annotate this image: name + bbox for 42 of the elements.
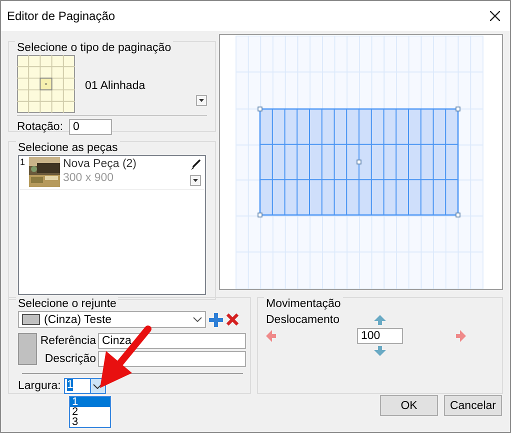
brush-icon[interactable] bbox=[190, 159, 201, 171]
dropdown-button[interactable] bbox=[190, 175, 201, 186]
piece-item[interactable]: 1 Nova Peça (2) 300 x 900 bbox=[20, 157, 204, 190]
color-swatch[interactable] bbox=[18, 333, 38, 365]
dropdown-option[interactable]: 3 bbox=[70, 417, 110, 427]
delete-icon[interactable] bbox=[226, 313, 239, 326]
field-label: Deslocamento bbox=[266, 314, 340, 326]
chevron-icon bbox=[93, 384, 102, 388]
group-title: Movimentação bbox=[266, 298, 341, 310]
group-title: Selecione o tipo de paginação bbox=[17, 42, 172, 54]
dropdown-button[interactable] bbox=[196, 95, 207, 106]
width-dropdown[interactable]: 1 bbox=[64, 378, 106, 394]
selected-tiles-drawing[interactable] bbox=[258, 106, 460, 218]
left-arrow-icon[interactable] bbox=[266, 330, 276, 342]
pagination-type: 01 Alinhada bbox=[85, 80, 146, 92]
dialog-button[interactable]: Cancelar bbox=[444, 395, 502, 416]
right-arrow-icon[interactable] bbox=[456, 330, 466, 342]
plus-icon[interactable] bbox=[209, 312, 223, 326]
grout-dropdown[interactable]: (Cinza) Teste bbox=[18, 311, 206, 328]
group-title: Selecione as peças bbox=[18, 142, 118, 154]
window-title: Editor de Paginação bbox=[7, 9, 116, 23]
caret-icon bbox=[193, 179, 198, 182]
reference-field[interactable]: Cinza bbox=[98, 333, 246, 349]
chevron-icon bbox=[193, 317, 202, 322]
field-label: Largura: bbox=[18, 380, 61, 392]
piece-name: Nova Peça (2) bbox=[63, 158, 138, 170]
caret-icon bbox=[199, 99, 204, 102]
grid-pattern-icon bbox=[17, 55, 75, 113]
offset-field[interactable]: 100 bbox=[357, 328, 403, 344]
piece-size: 300 x 900 bbox=[63, 172, 115, 184]
dialog-button[interactable]: OK bbox=[380, 395, 438, 416]
field-label: Descrição bbox=[44, 353, 96, 365]
piece-number: 1 bbox=[20, 157, 26, 167]
up-arrow-icon[interactable] bbox=[374, 315, 386, 325]
field-label: Referência bbox=[40, 335, 96, 347]
close-icon[interactable] bbox=[490, 11, 500, 21]
down-arrow-icon[interactable] bbox=[374, 346, 386, 356]
group-title: Selecione o rejunte bbox=[18, 298, 116, 310]
dropdown-option[interactable]: 2 bbox=[70, 407, 110, 417]
field-label: Rotação: bbox=[17, 121, 64, 133]
rotation-field[interactable]: 0 bbox=[69, 119, 112, 135]
dropdown-option[interactable]: 1 bbox=[70, 397, 110, 407]
